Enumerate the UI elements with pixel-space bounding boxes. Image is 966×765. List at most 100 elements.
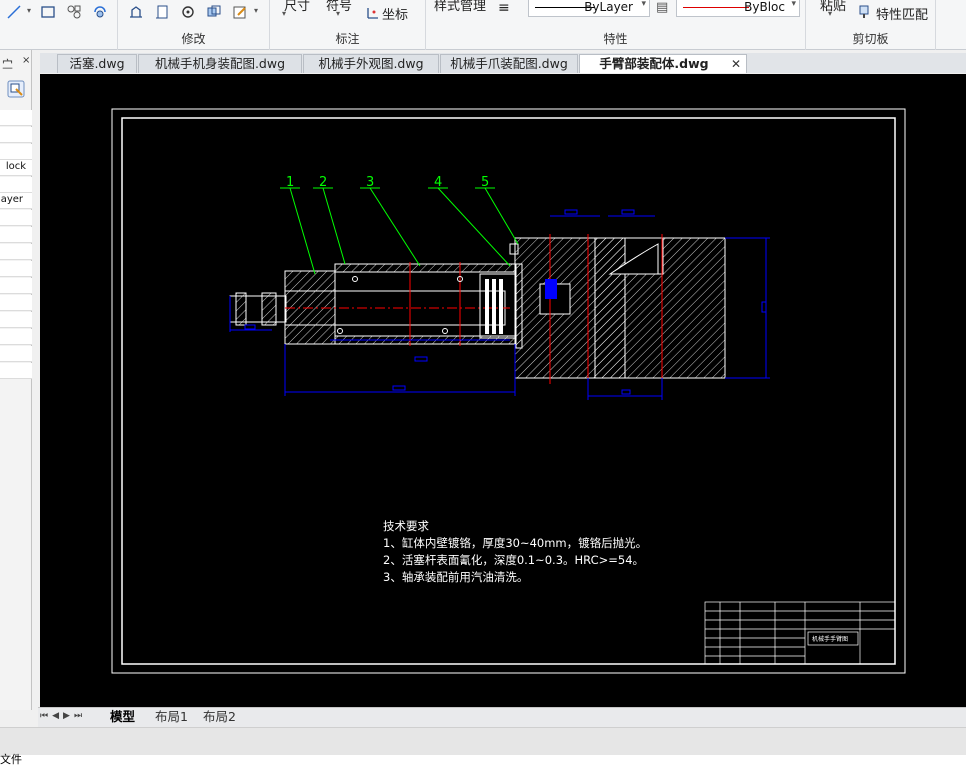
file-tab-active[interactable]: 手臂部装配体.dwg ✕ (579, 54, 747, 73)
status-text: 文件 (0, 753, 22, 765)
left-palette: 㝉 × lock ayer (0, 50, 32, 710)
match-properties-icon (859, 5, 869, 18)
property-row (0, 329, 32, 345)
linetype-value: ByLayer (584, 0, 633, 14)
color-preview (683, 7, 749, 8)
layout-tab-bar: ⏮◀▶⏭ 模型 布局1 布局2 (38, 707, 966, 727)
symbol-dropdown-icon[interactable]: ▾ (336, 9, 340, 18)
palette-header: 㝉 (2, 58, 13, 71)
group-title-properties: 特性 (603, 32, 628, 46)
coordinate-button[interactable]: 坐标 (382, 4, 408, 23)
property-row (0, 227, 32, 243)
color-value: ByBloc (744, 0, 785, 14)
file-tab[interactable]: 机械手机身装配图.dwg (138, 54, 302, 73)
property-row (0, 244, 32, 260)
property-row (0, 363, 32, 379)
base-block (509, 234, 726, 384)
layout-tab-1[interactable]: 布局1 (155, 709, 188, 726)
color-dropdown-icon: ▾ (791, 0, 796, 9)
quick-select-icon[interactable] (7, 80, 25, 98)
technical-requirements: 技术要求 1、缸体内壁镀铬，厚度30~40mm，镀铬后抛光。 2、活塞杆表面氰化… (383, 518, 647, 586)
ribbon-group-modify: ▾ 修改 (118, 0, 270, 50)
group-title-clipboard: 剪切板 (852, 32, 889, 46)
modify-more-icon[interactable]: ▾ (254, 6, 258, 15)
color-select[interactable]: ByBloc ▾ (676, 0, 800, 17)
edit-icon[interactable] (232, 4, 248, 20)
drawing-canvas[interactable]: 1 2 3 4 5 机械手手臂图 技术要求 1、缸体内壁镀铬，厚度30~40mm… (40, 74, 966, 707)
ribbon-group-properties: 样式管理 ≡ ByLayer ▾ ▤ ByBloc ▾ 特性 (426, 0, 806, 50)
match-properties-button[interactable]: 特性匹配 (876, 4, 928, 23)
palette-close-icon[interactable]: × (22, 55, 30, 66)
hatch-icon[interactable] (66, 4, 82, 20)
file-tab-bar: 活塞.dwg 机械手机身装配图.dwg 机械手外观图.dwg 机械手爪装配图.d… (40, 53, 966, 73)
linetype-dropdown-icon: ▾ (641, 0, 646, 9)
property-row (0, 312, 32, 328)
title-block-name: 机械手手臂图 (812, 635, 848, 643)
line-dropdown-icon[interactable]: ▾ (27, 6, 31, 15)
note-line: 2、活塞杆表面氰化，深度0.1~0.3。HRC>=54。 (383, 553, 645, 567)
property-row-layer[interactable]: ayer (0, 193, 32, 209)
title-block (704, 601, 896, 665)
line-icon[interactable] (6, 4, 22, 20)
property-row-lock[interactable]: lock (0, 160, 32, 176)
file-tab[interactable]: 机械手外观图.dwg (303, 54, 439, 73)
style-manager-button[interactable]: 样式管理 (434, 0, 486, 14)
property-row (0, 127, 32, 143)
file-tab[interactable]: 活塞.dwg (57, 54, 137, 73)
ribbon-group-draw: ▾ (0, 0, 118, 50)
rectangle-icon[interactable] (40, 4, 56, 20)
group-title-annotate: 标注 (335, 32, 360, 46)
cad-window: ▾ ▾ 修改 尺寸 符号 ▾ ▾ 坐标 标注 样式管理 ≡ ByLayer ▾ … (0, 0, 966, 765)
balloon-5: 5 (481, 175, 489, 190)
command-bar[interactable] (0, 727, 966, 755)
drawing-svg: 1 2 3 4 5 机械手手臂图 (111, 108, 906, 674)
linetype-select[interactable]: ByLayer ▾ (528, 0, 650, 17)
rotate-icon[interactable] (180, 4, 196, 20)
file-tab[interactable]: 机械手爪装配图.dwg (440, 54, 578, 73)
property-row (0, 110, 32, 126)
dimension-dropdown-icon[interactable]: ▾ (282, 9, 286, 18)
property-row (0, 261, 32, 277)
file-tab-label: 机械手爪装配图.dwg (450, 56, 568, 71)
lineweight-icon[interactable]: ▤ (656, 0, 668, 15)
layout-nav-arrows-icon[interactable]: ⏮◀▶⏭ (40, 711, 86, 721)
balloon-3: 3 (366, 175, 374, 190)
cylinder-assembly (229, 262, 523, 349)
status-line: 文件 (0, 753, 966, 765)
move-icon[interactable] (128, 4, 144, 20)
note-line: 1、缸体内壁镀铬，厚度30~40mm，镀铬后抛光。 (383, 536, 648, 550)
ribbon-group-annotate: 尺寸 符号 ▾ ▾ 坐标 标注 (270, 0, 426, 50)
close-tab-icon[interactable]: ✕ (731, 55, 741, 73)
layout-tab-label: 模型 (110, 709, 136, 724)
layout-tab-model[interactable]: 模型 (110, 709, 135, 726)
property-row (0, 295, 32, 311)
balloon-4: 4 (434, 175, 442, 190)
copy-icon[interactable] (154, 4, 170, 20)
layout-tab-2[interactable]: 布局2 (203, 709, 236, 726)
property-row (0, 346, 32, 362)
paste-button[interactable]: 粘贴 (820, 0, 846, 14)
layout-tab-label: 布局2 (203, 709, 236, 724)
file-tab-label: 机械手外观图.dwg (318, 56, 424, 71)
property-row (0, 177, 32, 193)
ribbon: ▾ ▾ 修改 尺寸 符号 ▾ ▾ 坐标 标注 样式管理 ≡ ByLayer ▾ … (0, 0, 966, 50)
region-icon[interactable] (92, 4, 108, 20)
file-tab-label: 机械手机身装配图.dwg (154, 56, 286, 71)
dimension-button[interactable]: 尺寸 (284, 0, 310, 14)
balloon-1: 1 (286, 175, 294, 190)
layout-tab-label: 布局1 (155, 709, 188, 724)
ribbon-group-clipboard: 粘贴 ▾ 特性匹配 剪切板 (806, 0, 936, 50)
property-row (0, 278, 32, 294)
property-value-layer: ayer (0, 194, 23, 205)
file-tab-label: 手臂部装配体.dwg (599, 56, 709, 71)
coordinate-icon (367, 8, 378, 19)
file-tab-label: 活塞.dwg (69, 56, 125, 71)
list-icon[interactable]: ≡ (498, 0, 510, 16)
property-row (0, 144, 32, 160)
notes-title: 技术要求 (383, 519, 429, 533)
property-value-lock: lock (5, 161, 26, 172)
balloon-2: 2 (319, 175, 327, 190)
array-icon[interactable] (206, 4, 222, 20)
note-line: 3、轴承装配前用汽油清洗。 (383, 570, 529, 584)
paste-dropdown-icon[interactable]: ▾ (828, 9, 832, 18)
